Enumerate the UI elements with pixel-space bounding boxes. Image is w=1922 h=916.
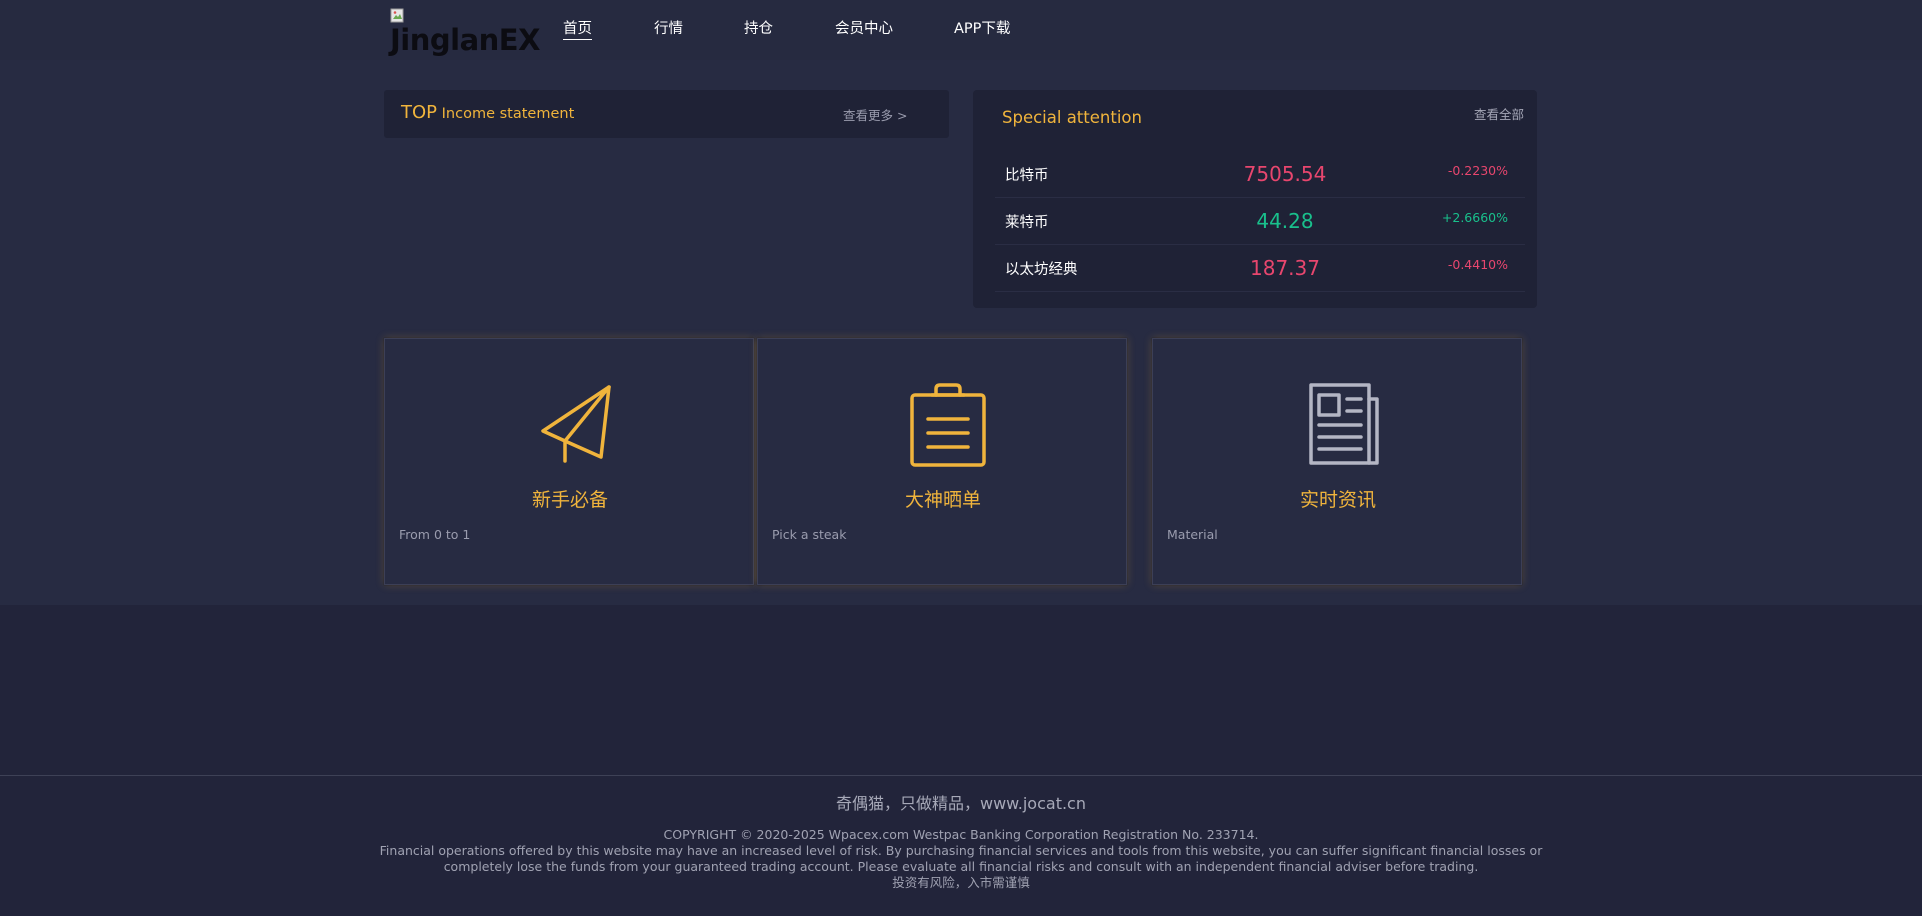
- coin-name: 莱特币: [1005, 215, 1049, 231]
- coin-change: -0.2230%: [1447, 163, 1508, 178]
- footer-disclaimer-line-1: Financial operations offered by this web…: [379, 843, 1543, 858]
- coin-change: -0.4410%: [1447, 257, 1508, 272]
- coin-name: 以太坊经典: [1005, 262, 1078, 278]
- broken-image-icon: [390, 8, 404, 23]
- card-expert-orders[interactable]: 大神晒单 Pick a steak: [757, 338, 1127, 585]
- card-title: 新手必备: [531, 489, 608, 511]
- nav-home[interactable]: 首页: [563, 19, 592, 40]
- card-beginner-guide[interactable]: 新手必备 From 0 to 1: [384, 338, 754, 585]
- newspaper-icon: [1309, 383, 1379, 465]
- card-subtitle: Material: [1167, 527, 1218, 542]
- ticker-row[interactable]: 以太坊经典 187.37 -0.4410%: [995, 246, 1525, 292]
- footer-slogan: 奇偶猫，只做精品，www.jocat.cn: [835, 794, 1086, 813]
- footer-disclaimer-line-2: completely lose the funds from your guar…: [443, 859, 1479, 874]
- nav-market[interactable]: 行情: [654, 19, 683, 39]
- card-title: 大神晒单: [904, 489, 981, 511]
- coin-price: 7505.54: [1243, 162, 1327, 186]
- coin-change: +2.6660%: [1441, 210, 1508, 225]
- coin-name: 比特币: [1005, 168, 1049, 184]
- card-live-news[interactable]: 实时资讯 Material: [1152, 338, 1522, 585]
- special-attention-title: Special attention: [1002, 108, 1142, 127]
- nav-positions[interactable]: 持仓: [744, 19, 773, 39]
- card-subtitle: Pick a steak: [772, 527, 847, 542]
- footer-risk-notice: 投资有风险，入市需谨慎: [892, 875, 1030, 890]
- ticker-row[interactable]: 比特币 7505.54 -0.2230%: [995, 152, 1525, 198]
- footer-divider: [0, 775, 1922, 776]
- card-subtitle: From 0 to 1: [399, 527, 471, 542]
- ticker-row[interactable]: 莱特币 44.28 +2.6660%: [995, 199, 1525, 245]
- top-income-title: TOP Income statement: [401, 102, 575, 123]
- logo-text: JinglanEX: [390, 23, 540, 57]
- card-title: 实时资讯: [1299, 489, 1376, 511]
- view-all-link[interactable]: 查看全部: [1474, 104, 1524, 123]
- logo[interactable]: JinglanEX: [390, 8, 540, 56]
- top-header: JinglanEX 首页 行情 持仓 会员中心 APP下载: [0, 0, 1922, 60]
- nav-member-center[interactable]: 会员中心: [835, 19, 893, 39]
- clipboard-icon: [910, 383, 986, 467]
- special-attention-panel: Special attention 查看全部 比特币 7505.54 -0.22…: [973, 90, 1537, 308]
- view-more-link[interactable]: 查看更多 >: [843, 105, 907, 124]
- coin-price: 187.37: [1250, 256, 1320, 280]
- top-income-panel: TOP Income statement 查看更多 >: [384, 90, 949, 138]
- nav-app-download[interactable]: APP下载: [954, 19, 1010, 39]
- paper-plane-icon: [541, 385, 611, 463]
- coin-price: 44.28: [1256, 209, 1314, 233]
- footer-copyright: COPYRIGHT © 2020-2025 Wpacex.com Westpac…: [663, 827, 1259, 842]
